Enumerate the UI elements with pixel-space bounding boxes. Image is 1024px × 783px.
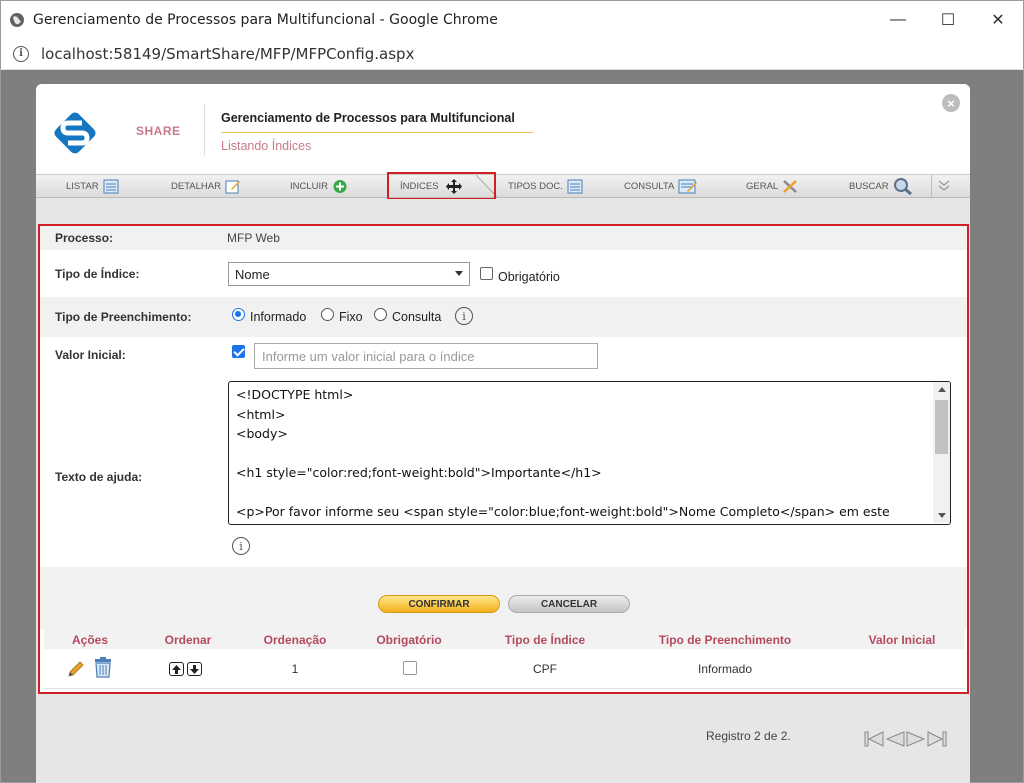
th-acoes: Ações — [71, 633, 109, 647]
texto-ajuda-content: <!DOCTYPE html> <html> <body> <h1 style=… — [236, 387, 890, 519]
cell-tipo-indice: CPF — [533, 662, 557, 676]
index-form: Processo: MFP Web Tipo de Índice: Nome O… — [38, 224, 969, 694]
site-info-icon[interactable]: i — [13, 45, 29, 62]
obrigatorio-checkbox[interactable] — [480, 267, 493, 280]
search-icon — [893, 178, 912, 195]
radio-consulta[interactable] — [374, 308, 387, 321]
tools-icon — [783, 180, 798, 193]
toolbar-detalhar[interactable]: DETALHAR — [171, 175, 241, 198]
radio-informado-label: Informado — [250, 310, 307, 324]
first-page-icon[interactable] — [864, 730, 884, 748]
toolbar-spacer — [36, 199, 970, 222]
th-ordenar: Ordenar — [164, 633, 212, 647]
texto-ajuda-textarea[interactable]: <!DOCTYPE html> <html> <body> <h1 style=… — [228, 381, 951, 525]
record-count: Registro 2 de 2. — [706, 729, 791, 743]
globe-icon — [10, 12, 24, 27]
active-tab-highlight — [387, 172, 496, 200]
modal-dialog: SHARE Gerenciamento de Processos para Mu… — [36, 84, 970, 783]
valor-inicial-label: Valor Inicial: — [55, 348, 126, 362]
smartshare-logo-icon — [54, 112, 96, 154]
scroll-up-icon[interactable] — [938, 387, 946, 392]
prev-page-icon[interactable] — [885, 730, 905, 748]
add-icon — [333, 180, 347, 193]
page-subtitle: Listando Índices — [221, 139, 312, 153]
valor-inicial-checkbox[interactable] — [232, 345, 245, 358]
window-title: Gerenciamento de Processos para Multifun… — [33, 11, 498, 28]
th-tipo-preenchimento: Tipo de Preenchimento — [658, 633, 792, 647]
tipo-preenchimento-label: Tipo de Preenchimento: — [55, 310, 192, 324]
toolbar-geral[interactable]: GERAL — [746, 175, 798, 198]
pencil-icon[interactable] — [66, 659, 86, 679]
confirm-button[interactable]: CONFIRMAR — [378, 595, 500, 613]
modal-footer — [36, 696, 970, 783]
radio-fixo[interactable] — [321, 308, 334, 321]
row-processo-bg — [40, 226, 967, 250]
table-row: 1 CPF Informado — [44, 649, 965, 689]
toolbar-consulta[interactable]: CONSULTA — [624, 175, 698, 198]
th-obrigatorio: Obrigatório — [376, 633, 442, 647]
info-icon[interactable]: i — [455, 307, 473, 325]
toolbar-tipos-doc[interactable]: TIPOS DOC. — [508, 175, 583, 198]
cancel-button[interactable]: CANCELAR — [508, 595, 630, 613]
move-up-button[interactable] — [169, 662, 184, 676]
cell-obrigatorio-checkbox — [403, 661, 417, 675]
arrow-up-icon — [172, 664, 181, 674]
help-info-icon[interactable]: i — [232, 537, 250, 555]
close-modal-button[interactable]: × — [942, 94, 960, 112]
toolbar: LISTAR DETALHAR INCLUIR ÍNDICES TIPOS DO… — [36, 174, 970, 198]
buttons-row-bg — [40, 567, 967, 629]
radio-informado[interactable] — [232, 308, 245, 321]
th-tipo-indice: Tipo de Índice — [504, 633, 586, 647]
header-divider — [204, 104, 205, 156]
textarea-scrollbar[interactable] — [933, 382, 950, 523]
toolbar-listar[interactable]: LISTAR — [66, 175, 119, 198]
pager — [864, 730, 947, 748]
dropdown-arrow-icon — [455, 271, 463, 276]
toolbar-incluir[interactable]: INCLUIR — [290, 175, 348, 198]
window-titlebar: Gerenciamento de Processos para Multifun… — [0, 0, 1024, 38]
toolbar-buscar[interactable]: BUSCAR — [849, 175, 913, 198]
next-page-icon[interactable] — [906, 730, 926, 748]
last-page-icon[interactable] — [927, 730, 947, 748]
scroll-down-icon[interactable] — [938, 513, 946, 518]
obrigatorio-label: Obrigatório — [498, 270, 560, 284]
brand-text: SHARE — [136, 124, 181, 138]
move-down-button[interactable] — [187, 662, 202, 676]
radio-consulta-label: Consulta — [392, 310, 442, 324]
maximize-button[interactable]: ☐ — [923, 1, 973, 39]
processo-value: MFP Web — [227, 231, 280, 245]
address-bar: i localhost:58149/SmartShare/MFP/MFPConf… — [0, 38, 1024, 70]
edit-icon — [225, 180, 240, 194]
title-underline — [221, 132, 533, 133]
modal-header: SHARE Gerenciamento de Processos para Mu… — [36, 84, 970, 174]
th-ordenacao: Ordenação — [263, 633, 327, 647]
url-text[interactable]: localhost:58149/SmartShare/MFP/MFPConfig… — [41, 45, 414, 63]
tipo-indice-label: Tipo de Índice: — [55, 267, 140, 281]
texto-ajuda-label: Texto de ajuda: — [55, 470, 143, 484]
toolbar-divider — [931, 175, 932, 197]
th-valor-inicial: Valor Inicial — [868, 633, 936, 647]
arrow-down-icon — [190, 664, 199, 674]
minimize-button[interactable]: — — [873, 1, 923, 39]
list-icon — [567, 179, 583, 194]
scroll-thumb[interactable] — [935, 400, 948, 454]
trash-icon[interactable] — [92, 656, 114, 678]
radio-fixo-label: Fixo — [339, 310, 363, 324]
tipo-indice-select[interactable]: Nome — [228, 262, 470, 286]
app-title: Gerenciamento de Processos para Multifun… — [221, 111, 515, 125]
close-window-button[interactable]: ✕ — [973, 1, 1023, 39]
chevron-down-icon[interactable] — [938, 180, 950, 192]
processo-label: Processo: — [55, 231, 114, 245]
table-header: Ações Ordenar Ordenação Obrigatório Tipo… — [44, 629, 965, 649]
list-icon — [103, 179, 119, 194]
cell-ordenacao: 1 — [291, 662, 299, 676]
cell-tipo-preenchimento: Informado — [697, 662, 753, 676]
valor-inicial-input[interactable] — [254, 343, 598, 369]
query-icon — [678, 179, 698, 194]
